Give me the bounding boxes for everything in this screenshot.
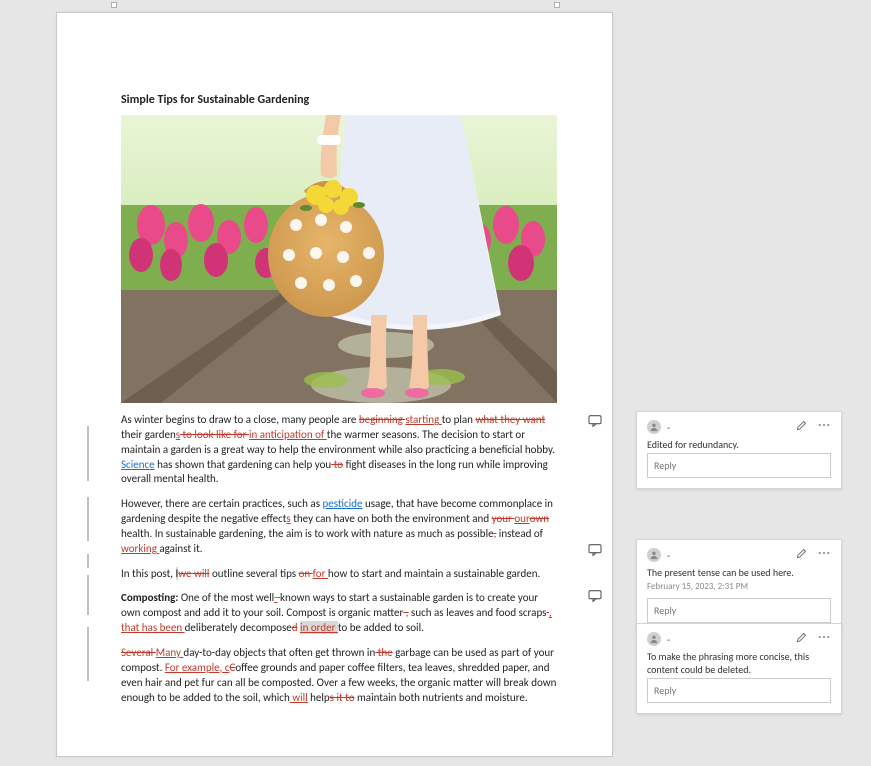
inserted-text: will xyxy=(290,691,308,704)
text: to plan xyxy=(442,413,476,426)
comment-anchor-icon[interactable] xyxy=(586,413,606,429)
revision-bar xyxy=(87,554,89,568)
text: day-to-day objects that often get thrown… xyxy=(183,646,375,659)
paragraph-4[interactable]: Composting: One of the most well- known … xyxy=(121,591,557,636)
avatar xyxy=(647,632,661,646)
deleted-text: on xyxy=(299,567,313,580)
text: However, there are certain practices, su… xyxy=(121,497,322,510)
hero-image xyxy=(121,115,557,403)
comment-author: - xyxy=(667,633,670,646)
revision-bar xyxy=(87,497,89,541)
document-page: Simple Tips for Sustainable Gardening xyxy=(56,12,613,757)
text: instead of xyxy=(496,527,543,540)
more-icon[interactable] xyxy=(817,630,831,644)
comment-text: The present tense can be used here. xyxy=(647,566,831,579)
paragraph-2[interactable]: However, there are certain practices, su… xyxy=(121,497,557,556)
text: their garden xyxy=(121,428,176,441)
revision-bar xyxy=(87,426,89,481)
text: help xyxy=(308,691,330,704)
inserted-text: for xyxy=(313,567,328,580)
text: outline several tips xyxy=(209,567,298,580)
inserted-text: working xyxy=(121,542,159,555)
label-composting: Composting: xyxy=(121,591,178,604)
deleted-text: your xyxy=(492,512,515,525)
inserted-text: our xyxy=(514,512,529,525)
reply-input[interactable] xyxy=(647,678,831,703)
text: to be added to soil. xyxy=(338,621,424,634)
comment-header: - xyxy=(647,420,831,434)
reply-input[interactable] xyxy=(647,453,831,478)
text: has shown that gardening can help you xyxy=(155,458,332,471)
inserted-text: For example, c xyxy=(165,661,230,674)
more-icon[interactable] xyxy=(817,418,831,432)
deleted-text: what they want xyxy=(475,413,545,426)
deleted-text: beginning xyxy=(359,413,405,426)
deleted-text: d xyxy=(292,621,298,634)
text: One of the most well xyxy=(178,591,274,604)
link-science[interactable]: Science xyxy=(121,458,155,471)
comment-header: - xyxy=(647,548,831,562)
ruler-tick-right xyxy=(554,2,560,8)
comment-card[interactable]: - The present tense can be used here. Fe… xyxy=(636,539,842,634)
text: against it. xyxy=(159,542,202,555)
edit-icon[interactable] xyxy=(795,418,809,432)
avatar xyxy=(647,548,661,562)
deleted-text: the xyxy=(375,646,392,659)
deleted-text: we will xyxy=(178,567,209,580)
edit-icon[interactable] xyxy=(795,630,809,644)
text: maintain both nutrients and moisture. xyxy=(355,691,528,704)
text: As winter begins to draw to a close, man… xyxy=(121,413,359,426)
text: deliberately decompose xyxy=(185,621,292,634)
deleted-text: s it to xyxy=(330,691,355,704)
comment-card[interactable]: - To make the phrasing more concise, thi… xyxy=(636,623,842,714)
edit-icon[interactable] xyxy=(795,546,809,560)
revision-bar xyxy=(87,575,89,615)
inserted-text: Many xyxy=(156,646,184,659)
comment-anchor-icon[interactable] xyxy=(586,542,606,558)
reply-input[interactable] xyxy=(647,598,831,623)
inserted-text: in order xyxy=(300,621,338,634)
comment-text: Edited for redundancy. xyxy=(647,438,831,451)
revision-bar xyxy=(87,627,89,681)
text: how to start and maintain a sustainable … xyxy=(328,567,540,580)
document-title: Simple Tips for Sustainable Gardening xyxy=(121,93,557,107)
ruler-tick-left xyxy=(111,2,117,8)
comment-header: - xyxy=(647,632,831,646)
deleted-text: own xyxy=(530,512,549,525)
deleted-text: to xyxy=(331,458,343,471)
comment-card[interactable]: - Edited for redundancy. xyxy=(636,411,842,489)
avatar xyxy=(647,420,661,434)
comment-timestamp: February 15, 2023, 2:31 PM xyxy=(647,581,831,592)
comment-author: - xyxy=(667,549,670,562)
text: they can have on both the environment an… xyxy=(291,512,492,525)
deleted-text: to look like for xyxy=(180,428,249,441)
link-pesticide[interactable]: pesticide xyxy=(322,497,362,510)
comment-anchor-icon[interactable] xyxy=(586,588,606,604)
deleted-text: Several xyxy=(121,646,156,659)
inserted-text: starting xyxy=(405,413,441,426)
more-icon[interactable] xyxy=(817,546,831,560)
comment-author: - xyxy=(667,421,670,434)
comment-text: To make the phrasing more concise, this … xyxy=(647,650,831,676)
text: In this post, xyxy=(121,567,176,580)
inserted-text: in anticipation of xyxy=(249,428,327,441)
paragraph-3[interactable]: In this post, Iwe will outline several t… xyxy=(121,567,557,582)
paragraph-5[interactable]: Several Many day-to-day objects that oft… xyxy=(121,646,557,705)
text: health. In sustainable gardening, the ai… xyxy=(121,527,494,540)
paragraph-1[interactable]: As winter begins to draw to a close, man… xyxy=(121,413,557,487)
page-content: Simple Tips for Sustainable Gardening xyxy=(121,93,557,715)
text: such as leaves and food scraps xyxy=(409,606,547,619)
